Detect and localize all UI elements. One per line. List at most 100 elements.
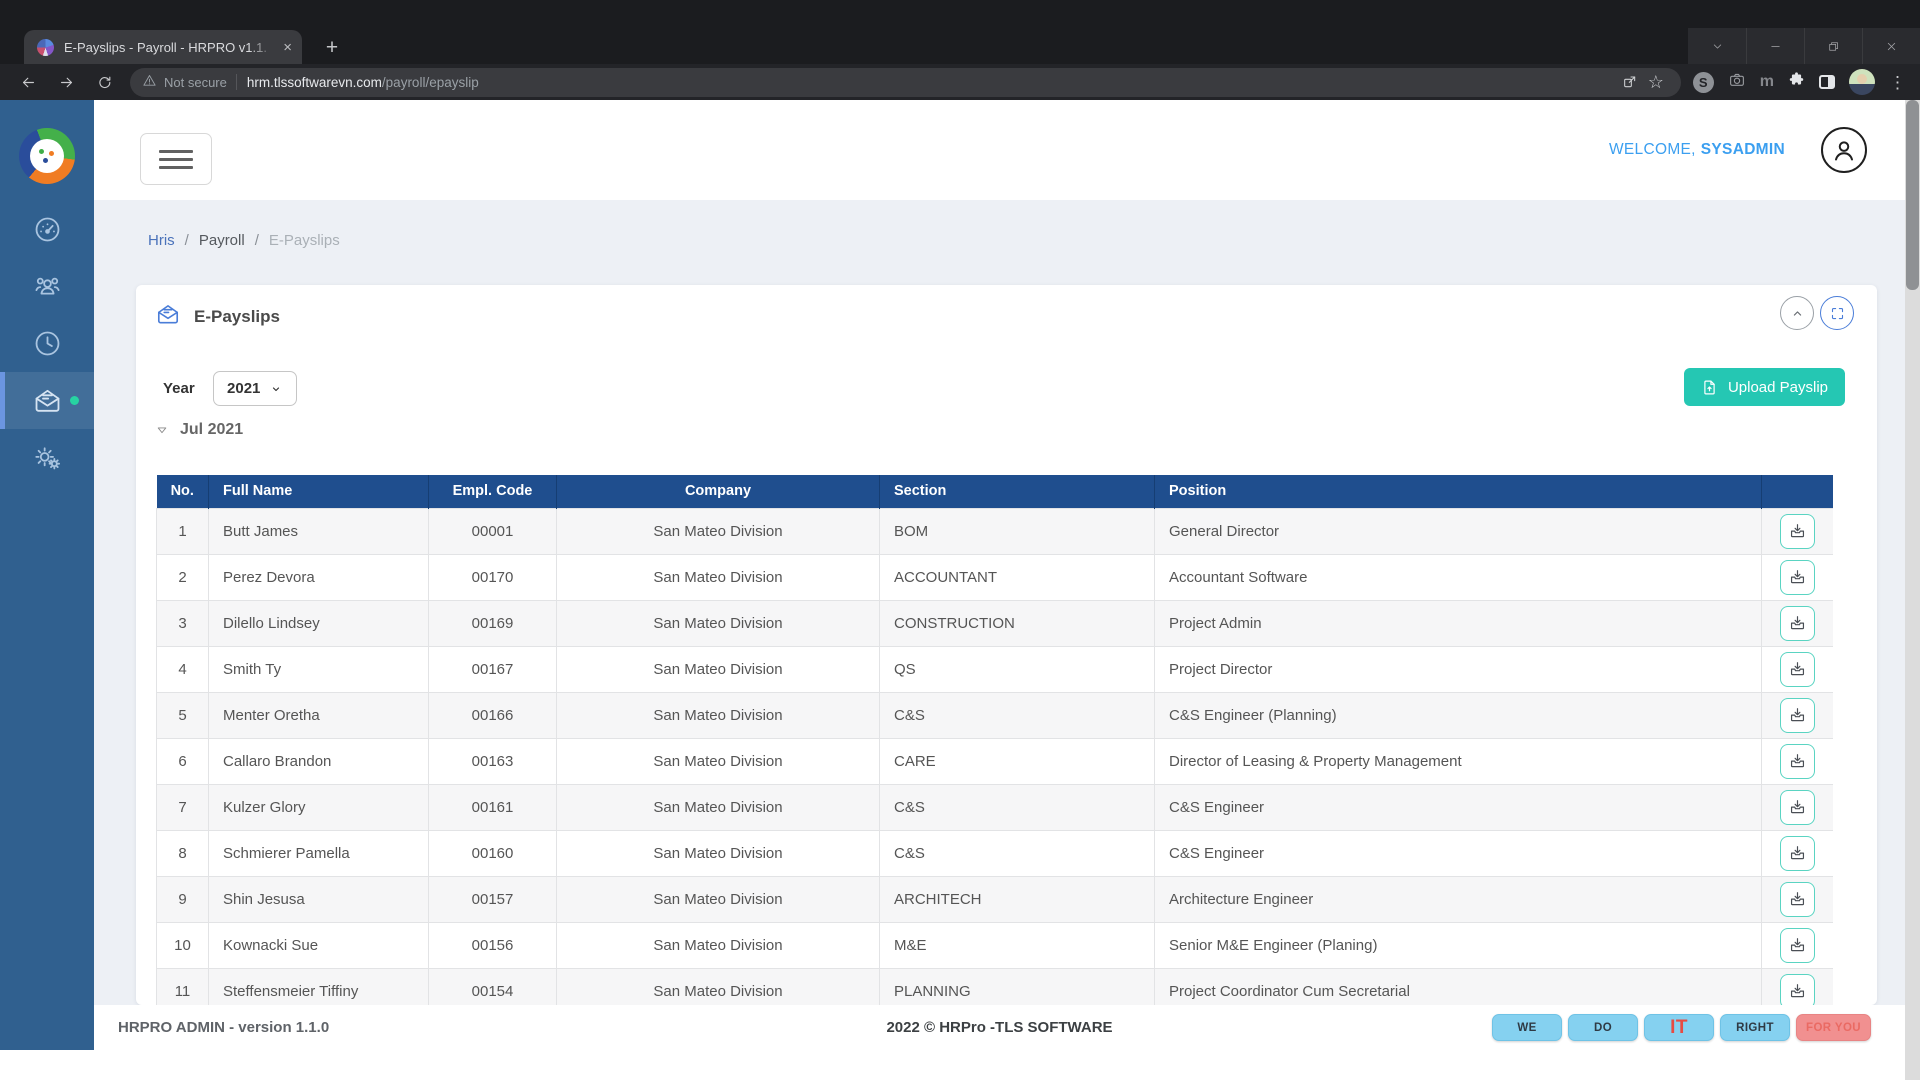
bookmark-star-icon[interactable]: ☆ <box>1643 72 1669 93</box>
fullscreen-panel-button[interactable] <box>1820 296 1854 330</box>
breadcrumb-item-hris[interactable]: Hris <box>148 232 175 249</box>
cell-section: C&S <box>880 692 1155 738</box>
sidebar-item-settings[interactable] <box>0 429 94 486</box>
download-payslip-button[interactable] <box>1780 560 1815 595</box>
chevron-down-icon <box>1711 40 1724 53</box>
sidebar-item-employees[interactable] <box>0 258 94 315</box>
download-payslip-button[interactable] <box>1780 514 1815 549</box>
app-logo[interactable] <box>19 128 75 184</box>
gauge-icon <box>32 214 63 245</box>
cell-empl-code: 00161 <box>429 784 557 830</box>
download-payslip-button[interactable] <box>1780 744 1815 779</box>
download-payslip-button[interactable] <box>1780 698 1815 733</box>
new-tab-button[interactable]: + <box>320 37 344 61</box>
year-select[interactable]: 2021 <box>213 371 297 406</box>
download-payslip-button[interactable] <box>1780 836 1815 871</box>
back-button[interactable] <box>14 68 42 96</box>
cell-company: San Mateo Division <box>557 692 880 738</box>
download-payslip-button[interactable] <box>1780 652 1815 687</box>
cell-full-name: Kulzer Glory <box>209 784 429 830</box>
cell-section: ACCOUNTANT <box>880 554 1155 600</box>
footer-badge-right[interactable]: RIGHT <box>1720 1014 1790 1041</box>
username: SYSADMIN <box>1701 141 1785 159</box>
cell-company: San Mateo Division <box>557 646 880 692</box>
cell-full-name: Perez Devora <box>209 554 429 600</box>
sidebar-item-dashboard[interactable] <box>0 201 94 258</box>
tab-search-button[interactable] <box>1688 28 1746 65</box>
table-row: 6Callaro Brandon00163San Mateo DivisionC… <box>157 738 1834 784</box>
skype-extension-icon[interactable]: S <box>1693 72 1714 93</box>
browser-profile-avatar[interactable] <box>1849 69 1875 95</box>
browser-tab[interactable]: E-Payslips - Payroll - HRPRO v1.1. × <box>24 30 302 64</box>
table-row: 8Schmierer Pamella00160San Mateo Divisio… <box>157 830 1834 876</box>
cell-empl-code: 00157 <box>429 876 557 922</box>
breadcrumb: Hris/Payroll/E-Payslips <box>148 232 340 249</box>
upload-payslip-button[interactable]: Upload Payslip <box>1684 368 1845 406</box>
user-avatar-button[interactable] <box>1821 127 1867 173</box>
footer: HRPRO ADMIN - version 1.1.0 2022 © HRPro… <box>94 1005 1905 1050</box>
forward-button[interactable] <box>52 68 80 96</box>
download-payslip-button[interactable] <box>1780 928 1815 963</box>
footer-badges: WEDOITRIGHTFOR YOU <box>1492 1014 1871 1041</box>
month-group-header[interactable]: Jul 2021 <box>155 421 243 439</box>
cell-position: C&S Engineer <box>1155 784 1762 830</box>
year-label: Year <box>163 380 195 397</box>
cell-company: San Mateo Division <box>557 738 880 784</box>
footer-badge-for-you[interactable]: FOR YOU <box>1796 1014 1871 1041</box>
cell-empl-code: 00160 <box>429 830 557 876</box>
scrollbar-thumb[interactable] <box>1906 100 1919 290</box>
download-icon <box>1788 614 1807 633</box>
cell-section: PLANNING <box>880 968 1155 1005</box>
welcome-prefix: WELCOME, <box>1609 141 1696 159</box>
restore-button[interactable] <box>1804 28 1862 65</box>
upload-payslip-label: Upload Payslip <box>1728 379 1828 396</box>
download-payslip-button[interactable] <box>1780 974 1815 1006</box>
expand-icon <box>1830 306 1845 321</box>
omnibox-divider <box>236 74 237 90</box>
m-extension-icon[interactable]: m <box>1760 74 1774 90</box>
cell-action <box>1762 554 1834 600</box>
table-row: 3Dilello Lindsey00169San Mateo DivisionC… <box>157 600 1834 646</box>
sidebar-item-e-payslip[interactable] <box>0 372 94 429</box>
menu-toggle-button[interactable] <box>140 133 212 185</box>
footer-badge-it[interactable]: IT <box>1644 1014 1714 1041</box>
camera-extension-icon[interactable] <box>1728 71 1746 94</box>
panel-title: E-Payslips <box>155 301 280 332</box>
browser-menu-icon[interactable]: ⋮ <box>1889 74 1906 91</box>
download-payslip-button[interactable] <box>1780 606 1815 641</box>
cell-full-name: Callaro Brandon <box>209 738 429 784</box>
share-button[interactable] <box>1617 74 1643 90</box>
collapse-panel-button[interactable] <box>1780 296 1814 330</box>
reload-icon <box>96 74 113 91</box>
minimize-button[interactable] <box>1746 28 1804 65</box>
side-panel-icon[interactable] <box>1819 75 1835 89</box>
page-scrollbar[interactable] <box>1905 100 1920 1080</box>
extensions-puzzle-icon[interactable] <box>1788 71 1805 93</box>
cell-company: San Mateo Division <box>557 876 880 922</box>
table-row: 1Butt James00001San Mateo DivisionBOMGen… <box>157 508 1834 554</box>
sidebar-item-attendance[interactable] <box>0 315 94 372</box>
cell-company: San Mateo Division <box>557 554 880 600</box>
download-payslip-button[interactable] <box>1780 882 1815 917</box>
tab-close-icon[interactable]: × <box>283 40 292 55</box>
cell-full-name: Shin Jesusa <box>209 876 429 922</box>
table-row: 9Shin Jesusa00157San Mateo DivisionARCHI… <box>157 876 1834 922</box>
reload-button[interactable] <box>90 68 118 96</box>
download-payslip-button[interactable] <box>1780 790 1815 825</box>
breadcrumb-item-e-payslips: E-Payslips <box>269 232 340 249</box>
cell-empl-code: 00169 <box>429 600 557 646</box>
table-row: 4Smith Ty00167San Mateo DivisionQSProjec… <box>157 646 1834 692</box>
address-bar[interactable]: Not secure hrm.tlssoftwarevn.com /payrol… <box>130 68 1681 97</box>
close-window-button[interactable] <box>1862 28 1920 65</box>
footer-badge-do[interactable]: DO <box>1568 1014 1638 1041</box>
column-header-full-name: Full Name <box>209 475 429 508</box>
window-controls <box>1688 28 1920 65</box>
column-header-section: Section <box>880 475 1155 508</box>
footer-badge-we[interactable]: WE <box>1492 1014 1562 1041</box>
caret-down-icon <box>270 383 282 395</box>
security-label[interactable]: Not secure <box>164 75 227 90</box>
cell-section: CONSTRUCTION <box>880 600 1155 646</box>
app-logo-center <box>30 139 64 173</box>
cell-section: ARCHITECH <box>880 876 1155 922</box>
cell-full-name: Butt James <box>209 508 429 554</box>
